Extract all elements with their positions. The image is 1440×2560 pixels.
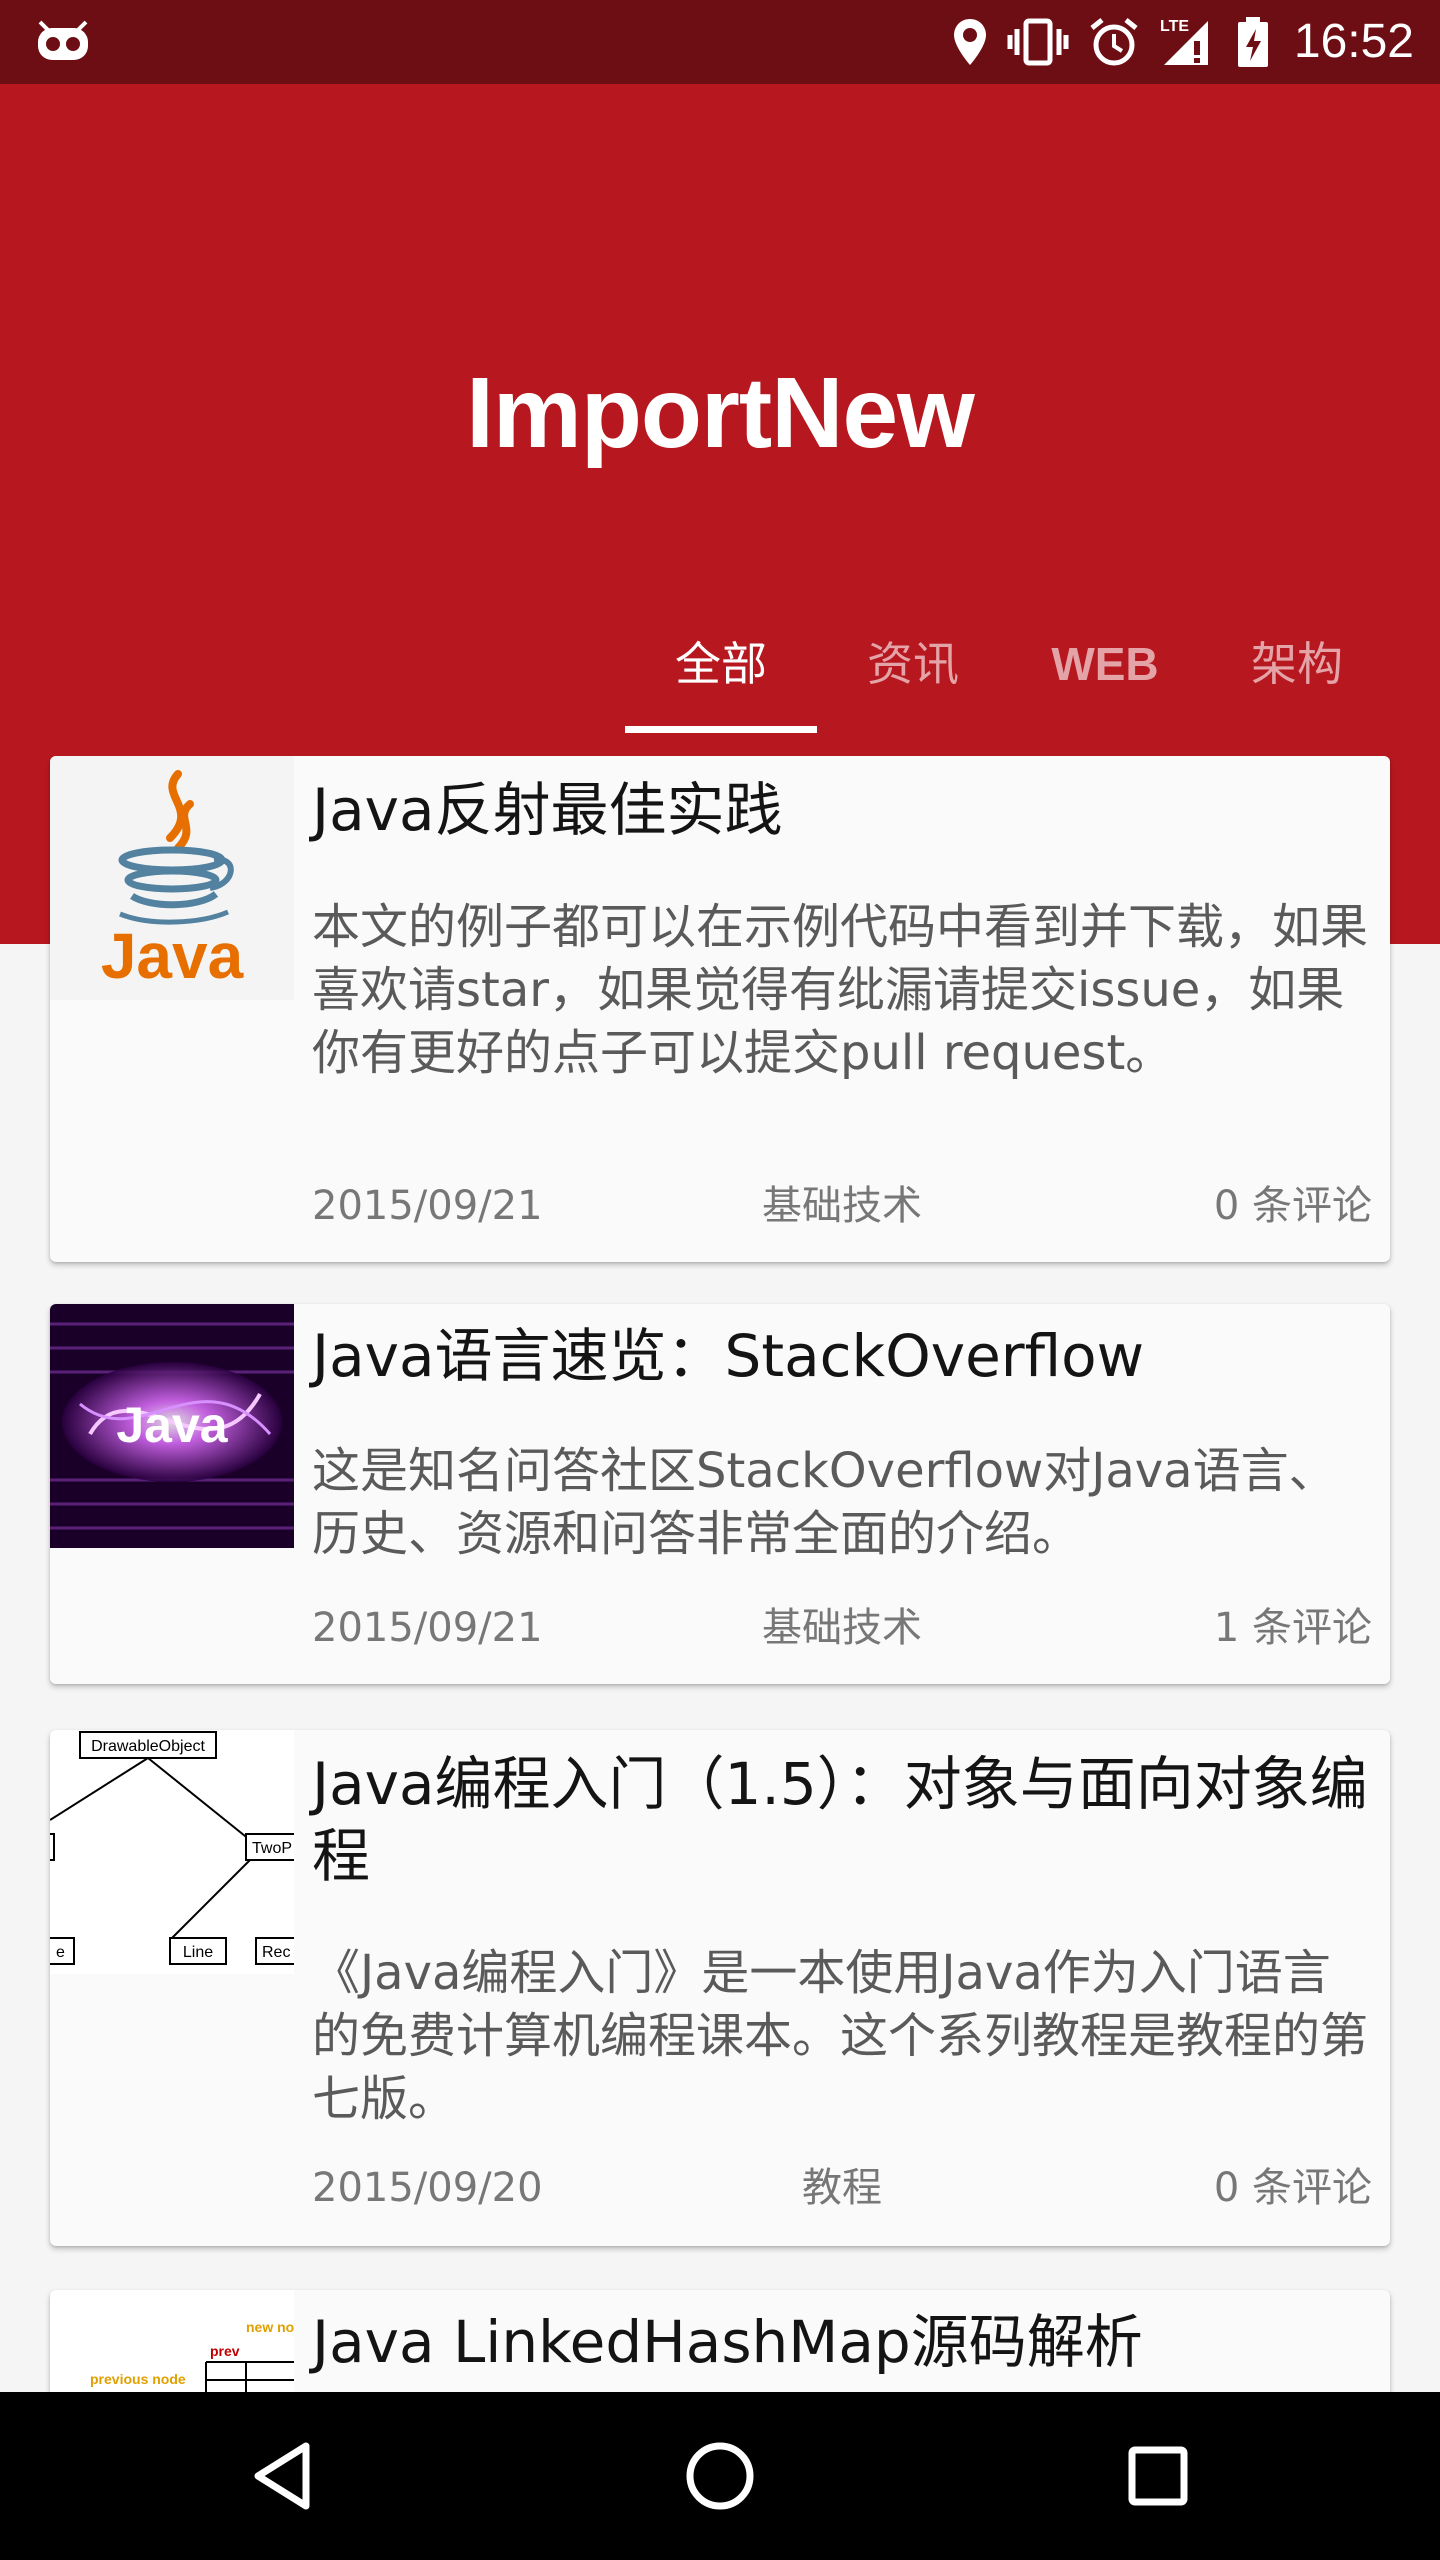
- article-list[interactable]: Java Java反射最佳实践 本文的例子都可以在示例代码中看到并下载，如果喜欢…: [0, 756, 1440, 2392]
- article-card[interactable]: Java Java反射最佳实践 本文的例子都可以在示例代码中看到并下载，如果喜欢…: [50, 756, 1390, 1262]
- article-meta: 2015/09/21 基础技术 0 条评论: [312, 1176, 1372, 1236]
- navigation-bar: [0, 2392, 1440, 2560]
- home-icon[interactable]: [670, 2426, 770, 2526]
- article-comments: 0 条评论: [1213, 2165, 1372, 2211]
- diagram-label: e: [56, 1944, 65, 1961]
- alarm-icon: [1088, 16, 1140, 68]
- battery-charging-icon: [1236, 15, 1270, 69]
- article-title: Java语言速览：StackOverflow: [312, 1322, 1145, 1390]
- diagram-label: TwoP: [252, 1840, 292, 1857]
- signal-lte-icon: LTE: [1158, 15, 1218, 69]
- diagram-label: new no: [246, 2319, 294, 2335]
- app-title: ImportNew: [466, 357, 975, 469]
- tab-web[interactable]: WEB: [1009, 604, 1201, 714]
- back-icon[interactable]: [236, 2426, 336, 2526]
- svg-text:Java: Java: [101, 920, 244, 992]
- status-time: 16:52: [1293, 15, 1414, 68]
- article-summary: 本文的例子都可以在示例代码中看到并下载，如果喜欢请star，如果觉得有纰漏请提交…: [312, 899, 1369, 1081]
- status-bar: LTE 16:52: [0, 0, 1440, 84]
- article-comments: 0 条评论: [1213, 1183, 1372, 1229]
- java-logo-thumbnail: Java: [50, 756, 294, 1000]
- class-diagram-thumbnail: DrawableObject TwoP Line Rec e: [50, 1730, 294, 1974]
- article-summary: 《Java编程入门》是一本使用Java作为入门语言的免费计算机编程课本。这个系列…: [312, 1945, 1369, 2127]
- category-tabs: 全部 资讯 WEB 架构: [625, 604, 1440, 733]
- article-comments: 1 条评论: [1213, 1605, 1372, 1651]
- diagram-label: Rec: [262, 1944, 290, 1961]
- tab-architecture[interactable]: 架构: [1201, 604, 1393, 714]
- tab-all[interactable]: 全部: [625, 604, 817, 714]
- diagram-label: DrawableObject: [91, 1738, 205, 1755]
- diagram-label: Line: [183, 1944, 213, 1961]
- article-title: Java LinkedHashMap源码解析: [312, 2308, 1143, 2376]
- diagram-label: prev: [210, 2343, 240, 2359]
- tab-indicator: [625, 726, 817, 733]
- article-summary: 这是知名问答社区StackOverflow对Java语言、历史、资源和问答非常全…: [312, 1443, 1337, 1562]
- article-title: Java编程入门（1.5）：对象与面向对象编程: [312, 1750, 1368, 1890]
- svg-text:LTE: LTE: [1160, 18, 1189, 35]
- article-meta: 2015/09/20 教程 0 条评论: [312, 2158, 1372, 2218]
- linked-list-thumbnail: new no prev previous node: [50, 2290, 294, 2392]
- article-card[interactable]: Java Java语言速览：StackOverflow 这是知名问答社区Stac…: [50, 1304, 1390, 1684]
- article-title: Java反射最佳实践: [312, 776, 783, 844]
- article-card[interactable]: DrawableObject TwoP Line Rec e Java编程入门（…: [50, 1730, 1390, 2246]
- diagram-label: previous node: [90, 2371, 186, 2387]
- location-icon: [952, 17, 988, 67]
- recents-icon[interactable]: [1108, 2426, 1208, 2526]
- svg-text:Java: Java: [116, 1397, 228, 1453]
- android-debug-icon: [36, 18, 90, 62]
- article-meta: 2015/09/21 基础技术 1 条评论: [312, 1598, 1372, 1658]
- tab-news[interactable]: 资讯: [817, 604, 1009, 714]
- java-purple-thumbnail: Java: [50, 1304, 294, 1548]
- vibrate-icon: [1006, 17, 1070, 67]
- article-card[interactable]: new no prev previous node Java LinkedHas…: [50, 2290, 1390, 2392]
